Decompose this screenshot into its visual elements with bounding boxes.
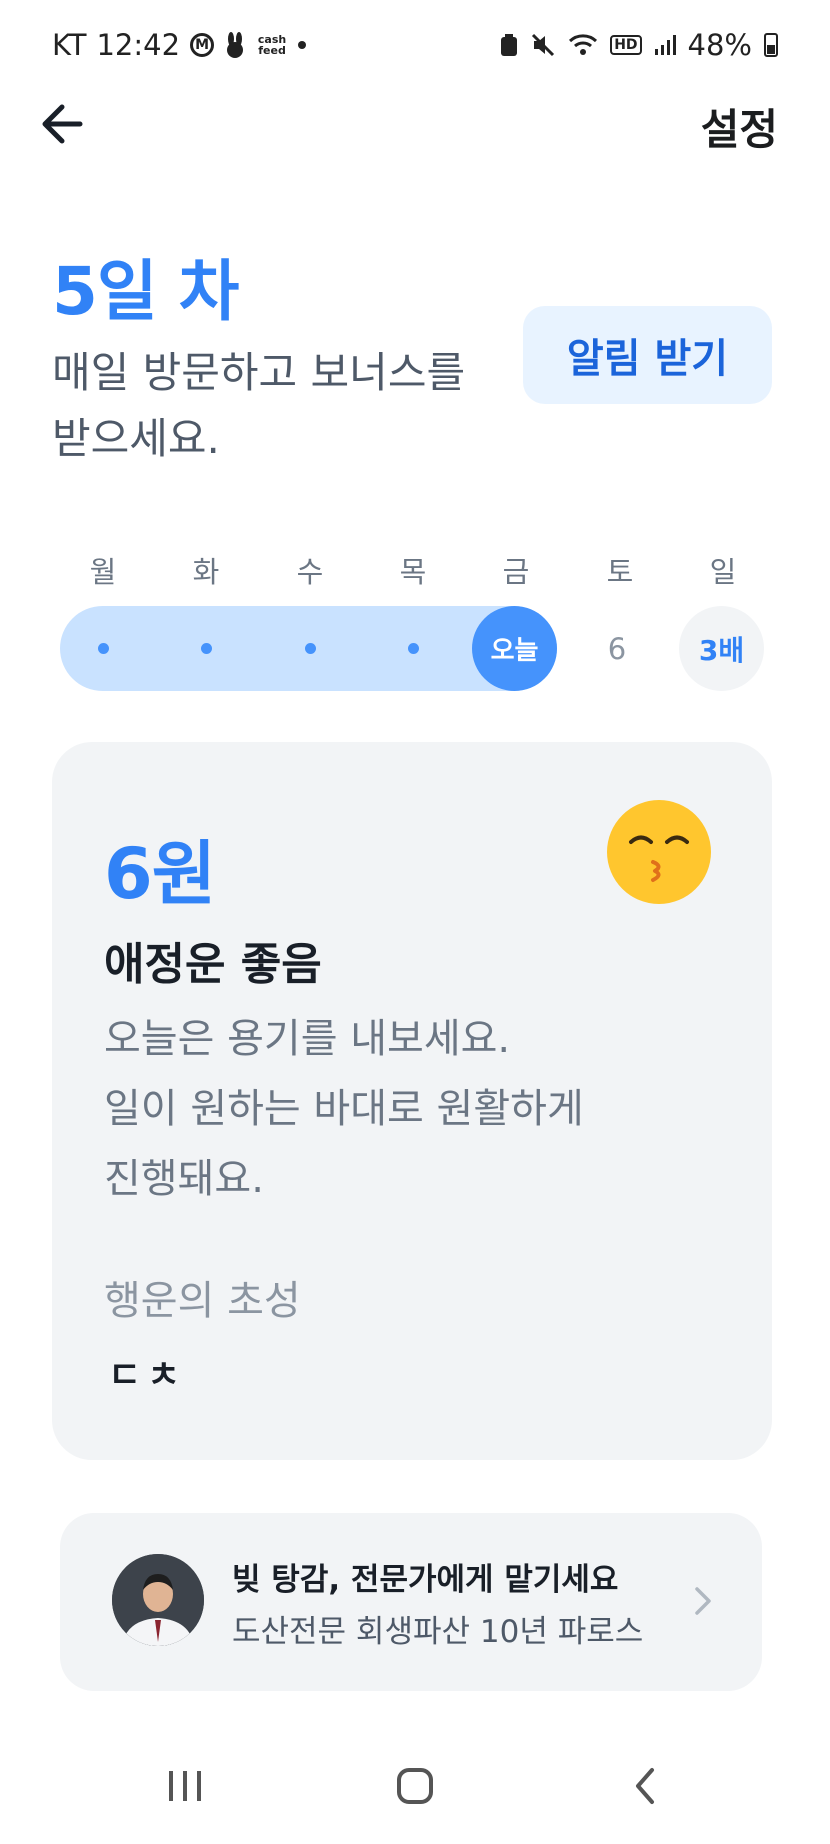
attended-dot-mon bbox=[98, 643, 109, 654]
day-label-wed: 수 bbox=[296, 555, 324, 589]
system-back-button[interactable] bbox=[610, 1756, 680, 1816]
notification-dot-icon bbox=[298, 41, 307, 49]
hd-voice-icon: HD bbox=[610, 35, 642, 55]
ad-title: 빚 탕감, 전문가에게 맡기세요 bbox=[232, 1562, 619, 1598]
system-back-icon bbox=[636, 1768, 654, 1804]
chevron-right-icon bbox=[691, 1584, 715, 1618]
cash-feed-icon: cash feed bbox=[257, 33, 287, 57]
fortune-line-1: 오늘은 용기를 내보세요. bbox=[104, 1016, 511, 1062]
recycle-icon bbox=[500, 33, 518, 57]
day-label-thu: 목 bbox=[399, 555, 427, 589]
back-button[interactable] bbox=[36, 96, 92, 152]
sunday-bonus-badge: 3배 bbox=[679, 606, 764, 691]
reward-amount: 6원 bbox=[104, 833, 216, 915]
attendance-day-title: 5일 차 bbox=[52, 253, 239, 330]
lucky-initials-label: 행운의 초성 bbox=[104, 1278, 301, 1324]
status-left: KT 12:42 M cash feed bbox=[52, 28, 307, 62]
battery-icon bbox=[764, 33, 778, 57]
home-icon bbox=[397, 1768, 433, 1804]
notify-button[interactable]: 알림 받기 bbox=[523, 306, 772, 404]
home-button[interactable] bbox=[380, 1756, 450, 1816]
saturday-reward: 6 bbox=[607, 631, 627, 666]
avatar bbox=[112, 1554, 204, 1646]
signal-icon bbox=[654, 34, 676, 56]
day-label-sun: 일 bbox=[709, 555, 737, 589]
day-label-mon: 월 bbox=[89, 555, 117, 589]
day-label-sat: 토 bbox=[606, 555, 634, 589]
settings-button[interactable]: 설정 bbox=[701, 96, 778, 157]
wifi-icon bbox=[568, 33, 598, 57]
lucky-initials-value: ㄷㅊ bbox=[108, 1355, 187, 1396]
status-bar: KT 12:42 M cash feed HD 48% bbox=[0, 0, 830, 95]
attended-dot-thu bbox=[408, 643, 419, 654]
recent-apps-icon bbox=[169, 1771, 201, 1801]
fortune-body: 오늘은 용기를 내보세요. 일이 원하는 바대로 원활하게 진행돼요. bbox=[104, 1004, 704, 1214]
recent-apps-button[interactable] bbox=[150, 1756, 220, 1816]
rabbit-icon bbox=[224, 32, 246, 58]
today-marker: 오늘 bbox=[472, 606, 557, 691]
fortune-title: 애정운 좋음 bbox=[104, 939, 322, 990]
attendance-description: 매일 방문하고 보너스를 받으세요. bbox=[52, 348, 466, 463]
ad-subtitle: 도산전문 회생파산 10년 파로스 bbox=[232, 1614, 644, 1650]
battery-percent: 48% bbox=[687, 28, 752, 62]
m-app-icon: M bbox=[190, 33, 215, 57]
carrier-label: KT bbox=[52, 28, 87, 62]
day-label-fri: 금 bbox=[502, 555, 530, 589]
day-label-tue: 화 bbox=[192, 555, 220, 589]
attended-dot-wed bbox=[305, 643, 316, 654]
attended-dot-tue bbox=[201, 643, 212, 654]
fortune-line-3: 진행돼요. bbox=[104, 1156, 264, 1202]
clock: 12:42 bbox=[96, 28, 181, 62]
status-right: HD 48% bbox=[500, 28, 778, 62]
kissing-face-icon bbox=[607, 800, 711, 904]
back-arrow-icon bbox=[42, 104, 83, 144]
fortune-line-2: 일이 원하는 바대로 원활하게 bbox=[104, 1086, 584, 1132]
mute-icon bbox=[530, 32, 556, 58]
